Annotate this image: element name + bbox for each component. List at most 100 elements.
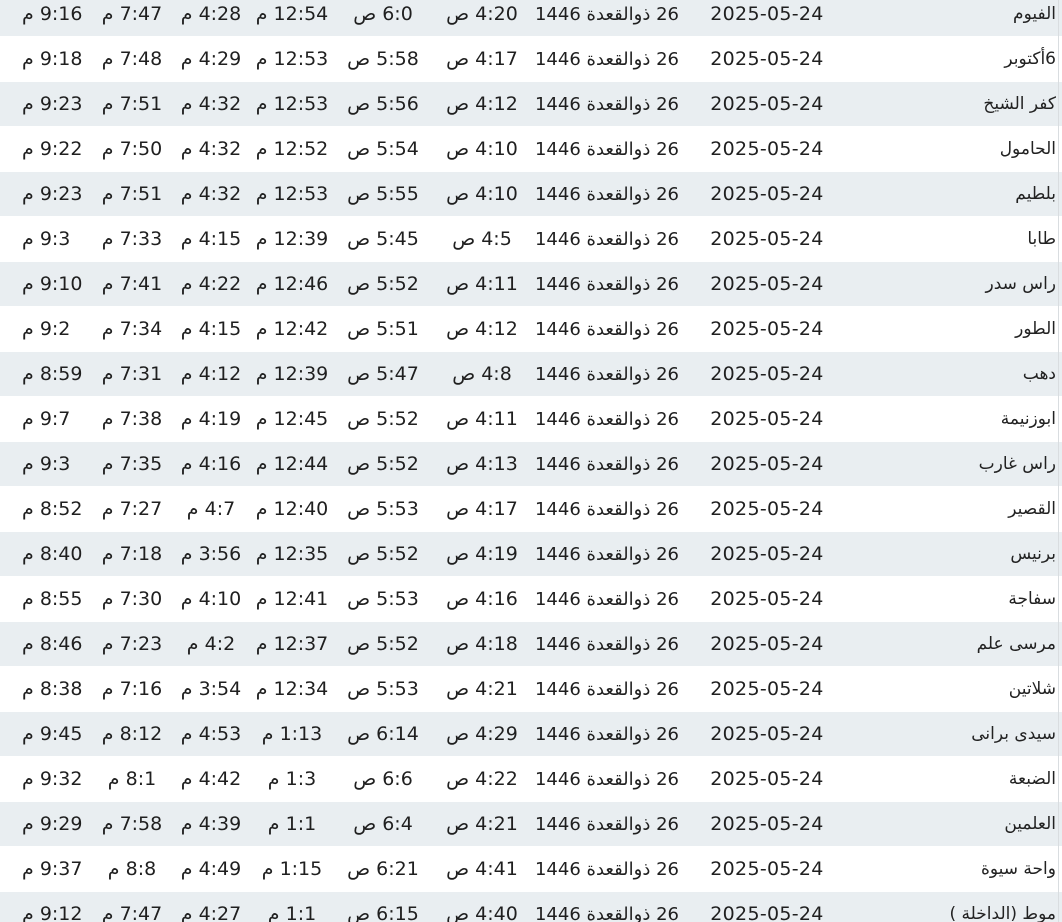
dhuhr-time-cell: 12:40 م (250, 486, 334, 532)
asr-time-cell: 4:39 م (172, 801, 250, 847)
fajr-time-cell: 4:20 ص (432, 0, 532, 37)
table-row: كفر الشيخ 2025-05-24 26 ذوالقعدة 1446 4:… (0, 81, 1062, 127)
asr-time-cell: 4:32 م (172, 81, 250, 127)
sunrise-time-cell: 5:53 ص (334, 576, 432, 622)
gregorian-date-cell: 2025-05-24 (682, 576, 852, 622)
city-cell: راس سدر (852, 261, 1062, 307)
gregorian-date-cell: 2025-05-24 (682, 171, 852, 217)
dhuhr-time-cell: 12:45 م (250, 396, 334, 442)
gregorian-date-cell: 2025-05-24 (682, 126, 852, 172)
table-row: شلاتين 2025-05-24 26 ذوالقعدة 1446 4:21 … (0, 666, 1062, 712)
fajr-time-cell: 4:11 ص (432, 396, 532, 442)
table-row: بلطيم 2025-05-24 26 ذوالقعدة 1446 4:10 ص… (0, 171, 1062, 217)
asr-time-cell: 4:49 م (172, 846, 250, 892)
city-cell: كفر الشيخ (852, 81, 1062, 127)
table-row: العلمين 2025-05-24 26 ذوالقعدة 1446 4:21… (0, 801, 1062, 847)
gregorian-date-cell: 2025-05-24 (682, 216, 852, 262)
hijri-date-cell: 26 ذوالقعدة 1446 (532, 216, 682, 262)
hijri-date-cell: 26 ذوالقعدة 1446 (532, 531, 682, 577)
asr-time-cell: 4:15 م (172, 306, 250, 352)
sunrise-time-cell: 5:53 ص (334, 486, 432, 532)
asr-time-cell: 4:28 م (172, 0, 250, 37)
table-row: سفاجة 2025-05-24 26 ذوالقعدة 1446 4:16 ص… (0, 576, 1062, 622)
isha-time-cell: 9:2 م (0, 306, 92, 352)
gregorian-date-cell: 2025-05-24 (682, 351, 852, 397)
table-row: برنيس 2025-05-24 26 ذوالقعدة 1446 4:19 ص… (0, 531, 1062, 577)
asr-time-cell: 4:22 م (172, 261, 250, 307)
isha-time-cell: 8:55 م (0, 576, 92, 622)
isha-time-cell: 8:38 م (0, 666, 92, 712)
dhuhr-time-cell: 1:3 م (250, 756, 334, 802)
sunrise-time-cell: 6:14 ص (334, 711, 432, 757)
fajr-time-cell: 4:10 ص (432, 171, 532, 217)
asr-time-cell: 3:56 م (172, 531, 250, 577)
asr-time-cell: 4:53 م (172, 711, 250, 757)
fajr-time-cell: 4:29 ص (432, 711, 532, 757)
city-cell: بلطيم (852, 171, 1062, 217)
table-row: طابا 2025-05-24 26 ذوالقعدة 1446 4:5 ص 5… (0, 216, 1062, 262)
maghrib-time-cell: 7:30 م (92, 576, 172, 622)
sunrise-time-cell: 5:45 ص (334, 216, 432, 262)
fajr-time-cell: 4:18 ص (432, 621, 532, 667)
sunrise-time-cell: 6:15 ص (334, 891, 432, 922)
isha-time-cell: 9:3 م (0, 441, 92, 487)
isha-time-cell: 9:3 م (0, 216, 92, 262)
hijri-date-cell: 26 ذوالقعدة 1446 (532, 81, 682, 127)
dhuhr-time-cell: 12:34 م (250, 666, 334, 712)
isha-time-cell: 9:32 م (0, 756, 92, 802)
table-row: راس غارب 2025-05-24 26 ذوالقعدة 1446 4:1… (0, 441, 1062, 487)
city-cell: موط (الداخلة ) (852, 891, 1062, 922)
fajr-time-cell: 4:12 ص (432, 81, 532, 127)
maghrib-time-cell: 7:18 م (92, 531, 172, 577)
table-body: الفيوم 2025-05-24 26 ذوالقعدة 1446 4:20 … (0, 0, 1062, 922)
sunrise-time-cell: 5:53 ص (334, 666, 432, 712)
hijri-date-cell: 26 ذوالقعدة 1446 (532, 126, 682, 172)
dhuhr-time-cell: 1:1 م (250, 891, 334, 922)
dhuhr-time-cell: 12:52 م (250, 126, 334, 172)
fajr-time-cell: 4:11 ص (432, 261, 532, 307)
dhuhr-time-cell: 1:13 م (250, 711, 334, 757)
maghrib-time-cell: 7:47 م (92, 0, 172, 37)
isha-time-cell: 9:7 م (0, 396, 92, 442)
maghrib-time-cell: 7:51 م (92, 171, 172, 217)
city-cell: 6أكتوبر (852, 36, 1062, 82)
gregorian-date-cell: 2025-05-24 (682, 81, 852, 127)
table-row: راس سدر 2025-05-24 26 ذوالقعدة 1446 4:11… (0, 261, 1062, 307)
sunrise-time-cell: 5:52 ص (334, 396, 432, 442)
dhuhr-time-cell: 12:35 م (250, 531, 334, 577)
asr-time-cell: 4:27 م (172, 891, 250, 922)
isha-time-cell: 9:23 م (0, 81, 92, 127)
hijri-date-cell: 26 ذوالقعدة 1446 (532, 441, 682, 487)
asr-time-cell: 4:29 م (172, 36, 250, 82)
city-cell: الضبعة (852, 756, 1062, 802)
sunrise-time-cell: 5:54 ص (334, 126, 432, 172)
asr-time-cell: 4:12 م (172, 351, 250, 397)
table-row: مرسى علم 2025-05-24 26 ذوالقعدة 1446 4:1… (0, 621, 1062, 667)
hijri-date-cell: 26 ذوالقعدة 1446 (532, 891, 682, 922)
hijri-date-cell: 26 ذوالقعدة 1446 (532, 351, 682, 397)
maghrib-time-cell: 7:33 م (92, 216, 172, 262)
maghrib-time-cell: 7:27 م (92, 486, 172, 532)
city-cell: القصير (852, 486, 1062, 532)
prayer-times-table-container: الفيوم 2025-05-24 26 ذوالقعدة 1446 4:20 … (0, 0, 1062, 922)
table-row: موط (الداخلة ) 2025-05-24 26 ذوالقعدة 14… (0, 891, 1062, 922)
maghrib-time-cell: 7:51 م (92, 81, 172, 127)
table-row: الحامول 2025-05-24 26 ذوالقعدة 1446 4:10… (0, 126, 1062, 172)
maghrib-time-cell: 7:58 م (92, 801, 172, 847)
fajr-time-cell: 4:5 ص (432, 216, 532, 262)
sunrise-time-cell: 5:58 ص (334, 36, 432, 82)
dhuhr-time-cell: 1:1 م (250, 801, 334, 847)
asr-time-cell: 4:2 م (172, 621, 250, 667)
asr-time-cell: 4:19 م (172, 396, 250, 442)
isha-time-cell: 9:10 م (0, 261, 92, 307)
right-edge-divider (1058, 0, 1059, 922)
gregorian-date-cell: 2025-05-24 (682, 891, 852, 922)
hijri-date-cell: 26 ذوالقعدة 1446 (532, 486, 682, 532)
sunrise-time-cell: 5:51 ص (334, 306, 432, 352)
fajr-time-cell: 4:13 ص (432, 441, 532, 487)
gregorian-date-cell: 2025-05-24 (682, 621, 852, 667)
prayer-times-table: الفيوم 2025-05-24 26 ذوالقعدة 1446 4:20 … (0, 0, 1062, 922)
fajr-time-cell: 4:8 ص (432, 351, 532, 397)
isha-time-cell: 8:59 م (0, 351, 92, 397)
sunrise-time-cell: 5:52 ص (334, 441, 432, 487)
